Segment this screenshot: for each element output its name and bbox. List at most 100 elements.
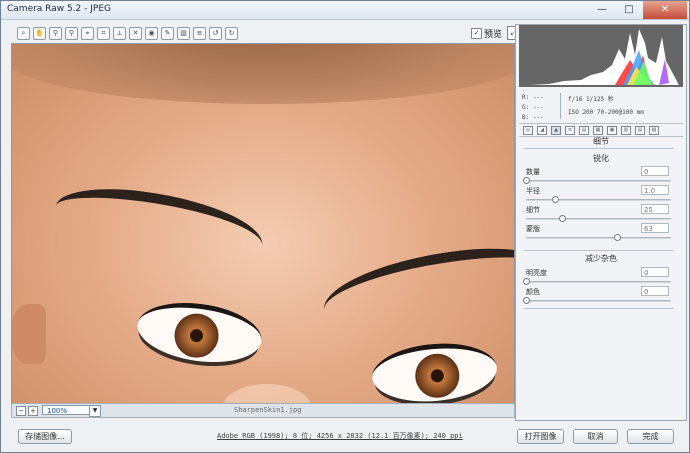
sharpen-slider-thumb-0[interactable] bbox=[523, 177, 530, 184]
magnifier-icon: ⌕ bbox=[21, 29, 26, 37]
noise-label-0: 明亮度 bbox=[526, 269, 547, 277]
minimize-button[interactable]: — bbox=[589, 1, 615, 19]
sharpen-slider-3[interactable] bbox=[526, 234, 671, 241]
crop-icon: ⌗ bbox=[101, 29, 106, 37]
tab-split-tone[interactable]: ▤ bbox=[579, 126, 589, 135]
sharpen-slider-thumb-2[interactable] bbox=[559, 215, 567, 222]
noise-slider-thumb-0[interactable] bbox=[523, 278, 530, 285]
noise-value-1[interactable]: 0 bbox=[641, 286, 669, 296]
curve-icon: ◢ bbox=[540, 127, 544, 133]
zoom-dropdown[interactable]: ▼ bbox=[89, 405, 101, 417]
target-icon: ⌖ bbox=[85, 29, 90, 37]
detail-icon: ▲ bbox=[554, 127, 558, 133]
spot-removal-tool[interactable]: ✕ bbox=[129, 27, 142, 40]
sharpen-slider-0[interactable] bbox=[523, 177, 671, 184]
sharpen-slider-thumb-1[interactable] bbox=[552, 196, 559, 203]
zoom-level[interactable]: 100% bbox=[42, 405, 90, 415]
rotate-left-icon: ↺ bbox=[212, 29, 219, 37]
sharpen-title: 锐化 bbox=[593, 154, 609, 163]
exif-separator bbox=[560, 93, 561, 119]
basic-icon: ◎ bbox=[525, 127, 531, 133]
maximize-button[interactable]: □ bbox=[616, 1, 642, 19]
sharpen-label-1: 半径 bbox=[526, 187, 540, 195]
close-icon: ✕ bbox=[660, 4, 670, 15]
close-button[interactable]: ✕ bbox=[643, 1, 687, 19]
noise-slider-1[interactable] bbox=[523, 297, 671, 304]
noise-divider bbox=[524, 250, 674, 251]
camera-icon: ▥ bbox=[623, 127, 629, 133]
zoom-tool[interactable]: ⌕ bbox=[17, 27, 30, 40]
done-button[interactable]: 完成 bbox=[627, 429, 674, 444]
preferences-tool[interactable]: ≡ bbox=[193, 27, 206, 40]
hand-icon: ✋ bbox=[35, 29, 44, 37]
noise-slider-thumb-1[interactable] bbox=[523, 297, 530, 304]
window-title: Camera Raw 5.2 - JPEG bbox=[7, 4, 111, 14]
minimize-icon: — bbox=[597, 4, 607, 15]
tab-presets[interactable]: ▤ bbox=[635, 126, 645, 135]
graduated-filter-tool[interactable]: ▥ bbox=[177, 27, 190, 40]
preview-label: 预览 bbox=[484, 30, 503, 40]
image-status-bar: − + 100% ▼ SharpenSkin1.jpg bbox=[11, 403, 515, 418]
right-iris bbox=[413, 351, 462, 400]
tab-hsl[interactable]: ≡ bbox=[565, 126, 575, 135]
sharpen-label-2: 细节 bbox=[526, 206, 540, 214]
hand-tool[interactable]: ✋ bbox=[33, 27, 46, 40]
sharpen-slider-2[interactable] bbox=[526, 215, 671, 222]
image-preview[interactable] bbox=[11, 43, 515, 405]
iso-lens: ISO 200 70-200@100 mm bbox=[568, 109, 644, 116]
target-adjustment-tool[interactable]: ⌖ bbox=[81, 27, 94, 40]
tab-detail[interactable]: ▲ bbox=[551, 126, 561, 135]
cancel-button[interactable]: 取消 bbox=[573, 429, 618, 444]
bottom-divider bbox=[524, 308, 674, 309]
adjustment-brush-tool[interactable]: ✎ bbox=[161, 27, 174, 40]
sharpen-value-1[interactable]: 1.0 bbox=[641, 185, 669, 195]
noise-title: 减少杂色 bbox=[585, 254, 617, 263]
noise-slider-0[interactable] bbox=[523, 278, 671, 285]
hand-shape bbox=[12, 304, 46, 364]
camera-raw-window: Camera Raw 5.2 - JPEG — □ ✕ ⌕ ✋ ⚲ ⚲ ⌖ ⌗ ⟂ ✕ ◉ ✎ ▥ ≡… bbox=[0, 0, 690, 453]
aperture-shutter: f/16 1/125 秒 bbox=[568, 96, 614, 103]
sharpen-slider-1[interactable] bbox=[526, 196, 671, 203]
blue-value: B: --- bbox=[522, 114, 544, 121]
sharpen-label-0: 数量 bbox=[526, 168, 540, 176]
tab-lens[interactable]: ▦ bbox=[593, 126, 603, 135]
file-name: SharpenSkin1.jpg bbox=[234, 406, 302, 414]
tab-basic[interactable]: ◎ bbox=[523, 126, 533, 135]
panel-tabs: ◎ ◢ ▲ ≡ ▤ ▦ ▣ ▥ ▤ ▧ bbox=[519, 123, 683, 137]
tab-curve[interactable]: ◢ bbox=[537, 126, 547, 135]
sharpen-value-2[interactable]: 25 bbox=[641, 204, 669, 214]
tab-camera[interactable]: ▥ bbox=[621, 126, 631, 135]
color-sampler-icon: ⚲ bbox=[68, 29, 75, 37]
split-tone-icon: ▤ bbox=[581, 127, 587, 133]
eyedropper-icon: ⚲ bbox=[52, 29, 59, 37]
sharpen-value-0[interactable]: 0 bbox=[641, 166, 669, 176]
lens-icon: ▦ bbox=[595, 127, 601, 133]
rotate-right-tool[interactable]: ↻ bbox=[225, 27, 238, 40]
noise-value-0[interactable]: 0 bbox=[641, 267, 669, 277]
red-eye-tool[interactable]: ◉ bbox=[145, 27, 158, 40]
preview-checkbox[interactable]: ✓ bbox=[471, 28, 482, 39]
crop-tool[interactable]: ⌗ bbox=[97, 27, 110, 40]
tab-effects[interactable]: ▣ bbox=[607, 126, 617, 135]
panel-divider bbox=[524, 148, 674, 149]
red-value: R: --- bbox=[522, 94, 544, 101]
sharpen-value-3[interactable]: 63 bbox=[641, 223, 669, 233]
straighten-tool[interactable]: ⟂ bbox=[113, 27, 126, 40]
rotate-left-tool[interactable]: ↺ bbox=[209, 27, 222, 40]
save-image-button[interactable]: 存储图像... bbox=[18, 429, 72, 444]
zoom-out-button[interactable]: − bbox=[16, 406, 26, 416]
hsl-icon: ≡ bbox=[567, 127, 573, 133]
zoom-in-button[interactable]: + bbox=[28, 406, 38, 416]
white-balance-tool[interactable]: ⚲ bbox=[49, 27, 62, 40]
tool-bar: ⌕ ✋ ⚲ ⚲ ⌖ ⌗ ⟂ ✕ ◉ ✎ ▥ ≡ ↺ ↻ ✓ 预览 ⤢ bbox=[11, 25, 521, 43]
rotate-right-icon: ↻ bbox=[228, 29, 235, 37]
histogram bbox=[519, 25, 683, 87]
workflow-options-link[interactable]: Adobe RGB (1998); 8 位; 4256 x 2832 (12.1… bbox=[217, 431, 463, 441]
sharpen-slider-thumb-3[interactable] bbox=[614, 234, 622, 241]
color-sampler-tool[interactable]: ⚲ bbox=[65, 27, 78, 40]
title-bar: Camera Raw 5.2 - JPEG — □ ✕ bbox=[1, 1, 689, 20]
tab-snapshots[interactable]: ▧ bbox=[649, 126, 659, 135]
open-image-button[interactable]: 打开图像 bbox=[517, 429, 564, 444]
straighten-icon: ⟂ bbox=[117, 29, 122, 37]
gradient-icon: ▥ bbox=[180, 29, 187, 37]
